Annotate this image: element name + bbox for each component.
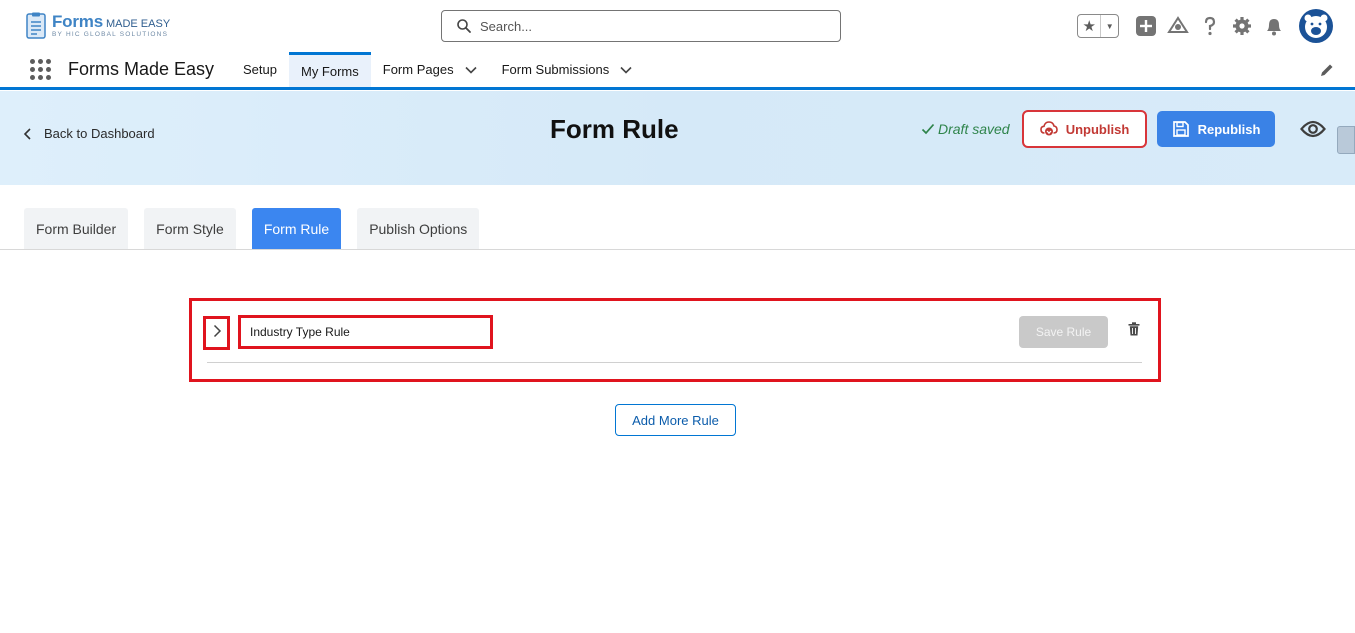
logo-text: Forms MADE EASY BY HIC GLOBAL SOLUTIONS [52,13,170,39]
forms-made-easy-logo[interactable]: Forms MADE EASY BY HIC GLOBAL SOLUTIONS [24,12,170,40]
builder-tabs: Form Builder Form Style Form Rule Publis… [24,208,495,249]
nav-items: Setup My Forms Form Pages Form Submissio… [231,52,645,87]
form-header-banner: Back to Dashboard Form Rule Draft saved … [0,91,1355,185]
nav-item-form-submissions[interactable]: Form Submissions [490,52,646,87]
back-to-dashboard-link[interactable]: Back to Dashboard [22,126,155,141]
tabs-divider [0,249,1355,250]
avatar[interactable] [1299,9,1333,43]
header-utility-icons: ★ ▼ [1077,9,1333,43]
search-input[interactable] [480,18,820,34]
save-rule-label: Save Rule [1035,325,1092,339]
nav-item-label: My Forms [300,63,359,79]
nav-item-label: Form Pages [382,62,454,77]
app-name: Forms Made Easy [68,59,215,79]
nav-item-setup[interactable]: Setup [231,52,289,87]
rule-divider [207,362,1142,363]
tab-label: Form Builder [36,220,117,237]
rule-name-input[interactable] [250,325,480,339]
rule-name-field[interactable] [238,315,493,349]
trash-icon[interactable] [1128,322,1140,336]
logo-primary: Forms [52,12,103,32]
settings-icon[interactable] [1231,15,1253,37]
app-launcher-icon[interactable] [30,59,51,80]
draft-status-text: Draft saved [938,121,1010,137]
chevron-down-icon[interactable] [619,63,633,77]
favorites-dropdown-icon[interactable]: ▼ [1101,15,1118,37]
search-icon [456,18,472,34]
chevron-left-icon [22,127,34,141]
draft-status: Draft saved [921,121,1010,137]
app-navigation-bar: Forms Made Easy Setup My Forms Form Page… [0,52,1355,90]
logo-secondary: MADE EASY [105,18,171,31]
nav-item-label: Setup [243,62,277,77]
help-icon[interactable] [1199,15,1221,37]
global-search[interactable] [441,10,841,42]
favorites-star-icon[interactable]: ★ [1078,15,1102,37]
check-icon [921,122,935,136]
global-header: Forms MADE EASY BY HIC GLOBAL SOLUTIONS … [0,0,1355,52]
tab-label: Form Style [156,220,224,237]
nav-item-my-forms[interactable]: My Forms [288,52,371,87]
edit-nav-pencil-icon[interactable] [1319,62,1335,78]
logo-tagline: BY HIC GLOBAL SOLUTIONS [52,31,169,39]
page-title: Form Rule [550,114,679,144]
trailhead-icon[interactable] [1167,15,1189,37]
expand-rule-button[interactable] [203,316,230,350]
page: Forms MADE EASY BY HIC GLOBAL SOLUTIONS … [0,0,1355,633]
add-more-rule-label: Add More Rule [632,412,719,428]
side-panel-toggle[interactable] [1337,126,1355,154]
add-more-rule-button[interactable]: Add More Rule [615,404,736,436]
republish-button[interactable]: Republish [1157,111,1275,147]
tab-form-builder[interactable]: Form Builder [24,208,129,249]
notifications-icon[interactable] [1263,15,1285,37]
tab-form-rule[interactable]: Form Rule [251,208,342,249]
tab-form-style[interactable]: Form Style [144,208,236,249]
nav-item-label: Form Submissions [501,62,610,77]
preview-eye-icon[interactable] [1300,119,1326,139]
tab-label: Form Rule [263,220,330,237]
save-rule-button[interactable]: Save Rule [1019,316,1108,348]
form-document-icon [24,12,48,40]
add-icon[interactable] [1135,15,1157,37]
tab-label: Publish Options [369,220,468,237]
cloud-download-icon [1039,120,1058,138]
chevron-down-icon[interactable] [464,63,478,77]
tab-publish-options[interactable]: Publish Options [357,208,480,249]
republish-label: Republish [1197,121,1261,137]
favorites-button-group: ★ ▼ [1077,14,1119,38]
back-link-label: Back to Dashboard [44,126,155,141]
unpublish-button[interactable]: Unpublish [1022,110,1147,148]
chevron-right-icon [212,324,222,343]
save-disk-icon [1172,120,1190,138]
nav-item-form-pages[interactable]: Form Pages [371,52,490,87]
unpublish-label: Unpublish [1065,121,1130,137]
